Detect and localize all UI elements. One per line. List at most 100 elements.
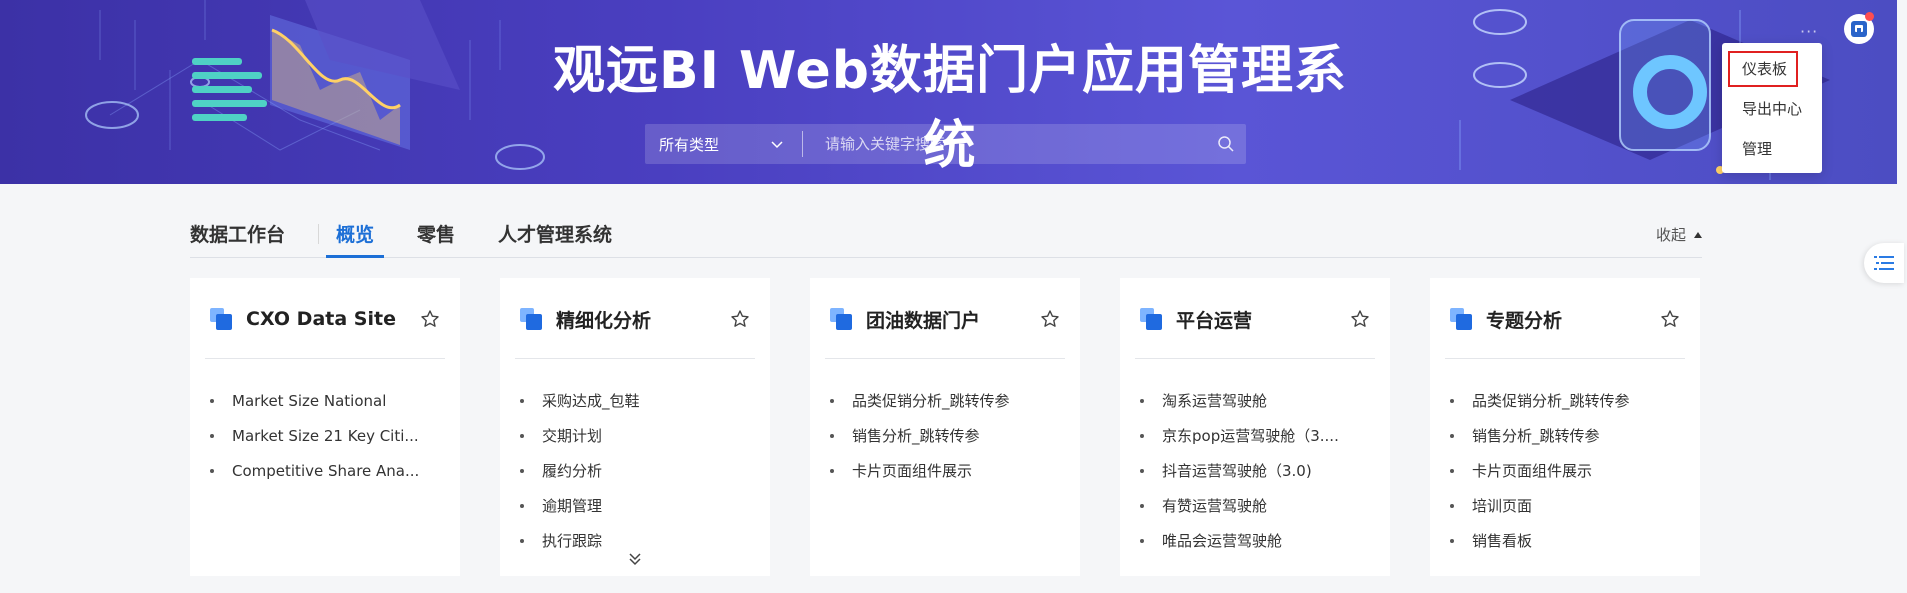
portal-logo-icon: [520, 308, 542, 330]
caret-up-icon: [1694, 231, 1702, 238]
active-tab-indicator: [326, 255, 384, 258]
bullet-icon: [1450, 398, 1454, 403]
list-item[interactable]: Market Size National: [210, 383, 445, 418]
card-divider: [515, 358, 755, 359]
workspace-title: 数据工作台: [190, 224, 286, 246]
list-item-label: 卡片页面组件展示: [852, 462, 973, 480]
list-item[interactable]: 销售分析_跳转传参: [1450, 418, 1685, 453]
star-icon[interactable]: [1040, 309, 1060, 329]
menu-item-dashboard[interactable]: 仪表板: [1728, 51, 1798, 87]
card-title[interactable]: 专题分析: [1486, 306, 1562, 333]
bullet-icon: [520, 433, 524, 438]
bullet-icon: [210, 433, 214, 438]
list-item[interactable]: 销售分析_跳转传参: [830, 418, 1065, 453]
banner-illustration-right: [1459, 9, 1830, 180]
list-item[interactable]: 卡片页面组件展示: [830, 453, 1065, 488]
card-header: CXO Data Site: [210, 306, 440, 332]
list-item[interactable]: Market Size 21 Key Citi...: [210, 418, 445, 453]
list-item-label: 销售分析_跳转传参: [1472, 427, 1600, 445]
search-input[interactable]: [803, 124, 1206, 164]
card-header: 精细化分析: [520, 306, 750, 332]
card-header: 专题分析: [1450, 306, 1680, 332]
list-item[interactable]: 交期计划: [520, 418, 755, 453]
list-item[interactable]: Competitive Share Ana...: [210, 453, 445, 488]
list-icon: [1874, 256, 1894, 270]
menu-item-export-center[interactable]: 导出中心: [1722, 91, 1822, 127]
list-item-label: 淘系运营驾驶舱: [1162, 392, 1268, 410]
bullet-icon: [210, 398, 214, 403]
tab-talent-management[interactable]: 人才管理系统: [498, 220, 612, 247]
star-icon[interactable]: [730, 309, 750, 329]
list-item-label: 交期计划: [542, 427, 603, 445]
more-icon[interactable]: ···: [1800, 22, 1818, 41]
list-item[interactable]: 淘系运营驾驶舱: [1140, 383, 1375, 418]
tab-retail[interactable]: 零售: [417, 220, 455, 247]
list-item-label: 执行跟踪: [542, 532, 603, 550]
type-select-value: 所有类型: [659, 135, 720, 154]
list-item-label: Market Size 21 Key Citi...: [232, 426, 419, 445]
card-title[interactable]: 团油数据门户: [866, 306, 980, 333]
list-item-label: 履约分析: [542, 462, 603, 480]
user-dropdown-menu: 仪表板 导出中心 管理: [1722, 43, 1822, 173]
card-title[interactable]: 平台运营: [1176, 306, 1252, 333]
chevron-down-icon: [771, 141, 783, 149]
list-item-label: 销售看板: [1472, 532, 1533, 550]
list-item[interactable]: 品类促销分析_跳转传参: [830, 383, 1065, 418]
notification-dot: [1865, 12, 1874, 21]
card-title[interactable]: 精细化分析: [556, 306, 651, 333]
menu-item-admin[interactable]: 管理: [1722, 131, 1822, 167]
card-item-list: 淘系运营驾驶舱京东pop运营驾驶舱（3.... 抖音运营驾驶舱（3.0) 有赞运营驾…: [1140, 383, 1375, 558]
header-banner: 观远BI Web数据门户应用管理系统 所有类型 ···: [0, 0, 1897, 184]
portal-logo-icon: [210, 308, 232, 330]
bullet-icon: [830, 468, 834, 473]
list-item[interactable]: 抖音运营驾驶舱（3.0): [1140, 453, 1375, 488]
list-item-label: 抖音运营驾驶舱（3.0): [1162, 462, 1312, 480]
list-item[interactable]: 培训页面: [1450, 488, 1685, 523]
star-icon[interactable]: [420, 309, 440, 329]
card-item-list: Market Size National Market Size 21 Key C…: [210, 383, 445, 488]
bullet-icon: [1450, 433, 1454, 438]
list-item-label: 采购达成_包鞋: [542, 392, 640, 410]
list-item-label: Market Size National: [232, 391, 387, 410]
list-item-label: 培训页面: [1472, 497, 1533, 515]
list-item[interactable]: 逾期管理: [520, 488, 755, 523]
card-item-list: 采购达成_包鞋 交期计划履约分析逾期管理执行跟踪: [520, 383, 755, 558]
list-item[interactable]: 唯品会运营驾驶舱: [1140, 523, 1375, 558]
list-item[interactable]: 采购达成_包鞋: [520, 383, 755, 418]
bullet-icon: [1140, 433, 1144, 438]
list-item-label: 京东pop运营驾驶舱（3....: [1162, 427, 1339, 445]
portal-card: 团油数据门户 品类促销分析_跳转传参销售分析_跳转传参卡片页面组件展示: [810, 278, 1080, 576]
list-item[interactable]: 卡片页面组件展示: [1450, 453, 1685, 488]
search-bar: 所有类型: [645, 124, 1246, 164]
list-item[interactable]: 京东pop运营驾驶舱（3....: [1140, 418, 1375, 453]
portal-logo-icon: [1140, 308, 1162, 330]
bullet-icon: [1140, 398, 1144, 403]
collapse-label: 收起: [1655, 226, 1686, 244]
list-item[interactable]: 有赞运营驾驶舱: [1140, 488, 1375, 523]
list-item[interactable]: 履约分析: [520, 453, 755, 488]
portal-card: 平台运营 淘系运营驾驶舱京东pop运营驾驶舱（3.... 抖音运营驾驶舱（3.0)…: [1120, 278, 1390, 576]
card-divider: [1445, 358, 1685, 359]
list-item-label: 品类促销分析_跳转传参: [1472, 392, 1630, 410]
bullet-icon: [1140, 468, 1144, 473]
double-chevron-down-icon[interactable]: [626, 550, 644, 568]
star-icon[interactable]: [1350, 309, 1370, 329]
collapse-toggle[interactable]: 收起: [1656, 224, 1702, 245]
list-item-label: 品类促销分析_跳转传参: [852, 392, 1010, 410]
list-item[interactable]: 销售看板: [1450, 523, 1685, 558]
search-icon[interactable]: [1206, 124, 1246, 164]
type-select[interactable]: 所有类型: [645, 124, 802, 164]
star-icon[interactable]: [1660, 309, 1680, 329]
bullet-icon: [1140, 538, 1144, 543]
list-item[interactable]: 品类促销分析_跳转传参: [1450, 383, 1685, 418]
side-panel-toggle[interactable]: [1864, 243, 1904, 283]
card-title[interactable]: CXO Data Site: [246, 308, 396, 330]
card-item-list: 品类促销分析_跳转传参 销售分析_跳转传参 卡片页面组件展示 培训页面销售看板: [1450, 383, 1685, 558]
portal-card: CXO Data Site Market Size National Market…: [190, 278, 460, 576]
list-item-label: 卡片页面组件展示: [1472, 462, 1593, 480]
tabs-separator: [318, 224, 319, 244]
card-header: 平台运营: [1140, 306, 1370, 332]
bullet-icon: [520, 398, 524, 403]
portal-logo-icon: [830, 308, 852, 330]
tab-overview[interactable]: 概览: [336, 220, 374, 247]
